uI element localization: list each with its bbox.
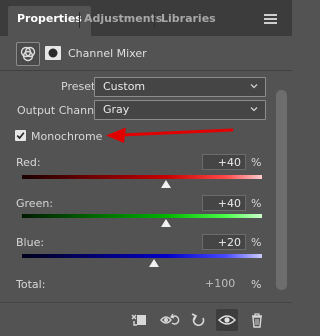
- view-previous-state-icon[interactable]: [158, 309, 180, 331]
- red-arrow-annotation-icon: [106, 127, 234, 143]
- clip-to-layer-icon[interactable]: [128, 309, 150, 331]
- adjustment-layer-icon: [16, 42, 40, 66]
- scrollbar-thumb[interactable]: [276, 90, 287, 290]
- green-slider-track[interactable]: [22, 214, 262, 218]
- red-value-input[interactable]: +40: [202, 154, 246, 170]
- total-value: +100: [205, 277, 236, 290]
- red-slider-track[interactable]: [22, 175, 262, 179]
- trash-icon[interactable]: [246, 309, 268, 331]
- red-percent-unit: %: [251, 156, 262, 169]
- red-label: Red:: [16, 156, 41, 169]
- chevron-down-icon: [250, 84, 258, 89]
- total-percent-unit: %: [251, 278, 262, 291]
- panel-tab-bar: Properties Adjustments Libraries: [0, 0, 292, 36]
- adjustment-title: Channel Mixer: [68, 47, 147, 60]
- reset-icon[interactable]: [188, 309, 210, 331]
- blue-slider-track[interactable]: [22, 254, 262, 258]
- blue-slider-thumb[interactable]: [149, 259, 159, 267]
- chevron-down-icon: [250, 107, 258, 112]
- blue-percent-unit: %: [251, 236, 262, 249]
- green-label: Green:: [16, 197, 54, 210]
- layer-mask-icon[interactable]: [44, 44, 62, 62]
- preset-dropdown[interactable]: Custom: [94, 77, 266, 97]
- blue-label: Blue:: [16, 236, 45, 249]
- tab-divider: [154, 12, 155, 28]
- green-slider-thumb[interactable]: [161, 219, 171, 227]
- tab-libraries[interactable]: Libraries: [161, 6, 216, 36]
- total-label: Total:: [16, 278, 46, 291]
- monochrome-checkbox[interactable]: [15, 130, 26, 141]
- tab-adjustments[interactable]: Adjustments: [84, 6, 162, 36]
- preset-value: Custom: [103, 80, 146, 93]
- output-channel-value: Gray: [103, 103, 130, 116]
- header-divider: [0, 70, 292, 71]
- checkmark-icon: [16, 132, 25, 140]
- monochrome-label: Monochrome: [31, 130, 103, 143]
- green-value-input[interactable]: +40: [202, 195, 246, 211]
- tab-divider: [79, 12, 80, 28]
- visibility-eye-icon[interactable]: [216, 309, 238, 331]
- output-channel-dropdown[interactable]: Gray: [94, 100, 266, 120]
- red-slider-thumb[interactable]: [161, 180, 171, 188]
- properties-panel: Properties Adjustments Libraries Channel…: [0, 0, 292, 336]
- green-percent-unit: %: [251, 197, 262, 210]
- panel-menu-icon[interactable]: [264, 14, 277, 26]
- bottom-toolbar: [0, 302, 292, 336]
- blue-value-input[interactable]: +20: [202, 234, 246, 250]
